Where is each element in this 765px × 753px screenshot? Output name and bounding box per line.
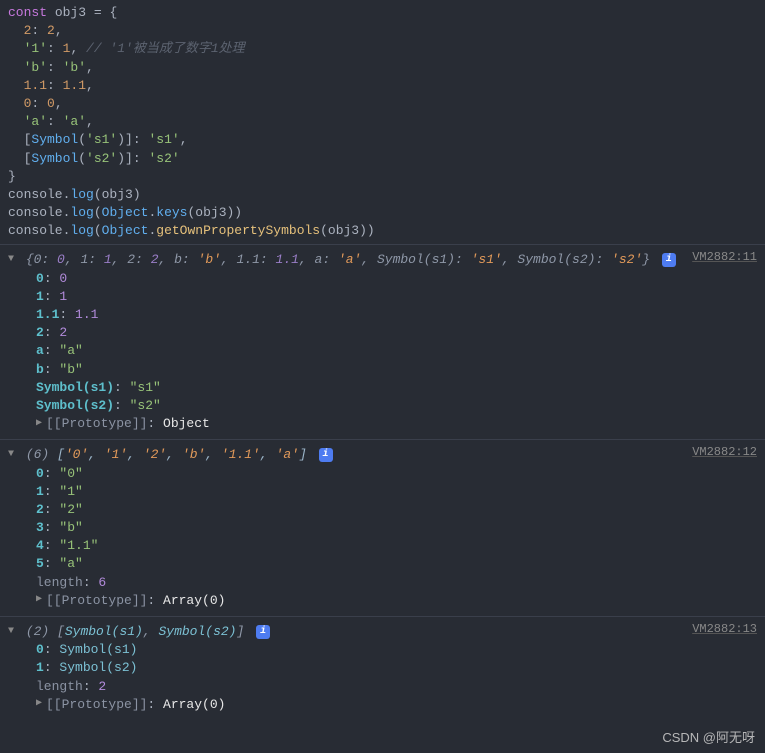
prototype-label: [[Prototype]] (46, 593, 147, 608)
code-line: 0: 0, (8, 95, 757, 113)
console-output-2: VM2882:12 (6) ['0', '1', '2', 'b', '1.1'… (0, 439, 765, 616)
console-output-3: VM2882:13 (2) [Symbol(s1), Symbol(s2)] i… (0, 616, 765, 720)
code-line: '1': 1, // '1'被当成了数字1处理 (8, 40, 757, 58)
object-summary: {0: 0, 1: 1, 2: 2, b: 'b', 1.1: 1.1, a: … (26, 252, 650, 267)
source-link-1[interactable]: VM2882:11 (692, 249, 757, 266)
array-entry: 0: Symbol(s1) (8, 641, 757, 659)
array-entry: 1: Symbol(s2) (8, 659, 757, 677)
array-entry: 3: "b" (8, 519, 757, 537)
info-icon[interactable]: i (256, 625, 270, 639)
object-entry: Symbol(s1): "s1" (8, 379, 757, 397)
code-line: } (8, 168, 757, 186)
chevron-right-icon[interactable] (36, 697, 46, 711)
prototype-label: [[Prototype]] (46, 697, 147, 712)
prototype-row[interactable]: [[Prototype]]: Array(0) (8, 592, 757, 610)
prototype-row[interactable]: [[Prototype]]: Array(0) (8, 696, 757, 714)
chevron-right-icon[interactable] (36, 417, 46, 431)
length-key: length (36, 575, 83, 590)
chevron-down-icon[interactable] (8, 625, 18, 639)
array-length: (2) (26, 624, 49, 639)
array-entry: 0: "0" (8, 465, 757, 483)
length-key: length (36, 679, 83, 694)
object-entry: a: "a" (8, 342, 757, 360)
array-entry: 1: "1" (8, 483, 757, 501)
object-entry: 2: 2 (8, 324, 757, 342)
code-line: 1.1: 1.1, (8, 77, 757, 95)
code-line: console.log(obj3) (8, 186, 757, 204)
array-entry: 2: "2" (8, 501, 757, 519)
source-link-2[interactable]: VM2882:12 (692, 444, 757, 461)
info-icon[interactable]: i (662, 253, 676, 267)
object-entry: b: "b" (8, 361, 757, 379)
chevron-right-icon[interactable] (36, 593, 46, 607)
length-value: 2 (98, 679, 106, 694)
object-entry: 1.1: 1.1 (8, 306, 757, 324)
code-line: [Symbol('s1')]: 's1', (8, 131, 757, 149)
length-value: 6 (98, 575, 106, 590)
info-icon[interactable]: i (319, 448, 333, 462)
code-line: 'b': 'b', (8, 59, 757, 77)
code-line: [Symbol('s2')]: 's2' (8, 150, 757, 168)
code-line: console.log(Object.keys(obj3)) (8, 204, 757, 222)
array-length: (6) (26, 447, 49, 462)
code-line: 2: 2, (8, 22, 757, 40)
prototype-row[interactable]: [[Prototype]]: Object (8, 415, 757, 433)
watermark: CSDN @阿无呀 (662, 729, 755, 747)
array-summary: [Symbol(s1), Symbol(s2)] (57, 624, 244, 639)
object-entry: 0: 0 (8, 270, 757, 288)
array-entry: 4: "1.1" (8, 537, 757, 555)
code-editor: const obj3 = { 2: 2, '1': 1, // '1'被当成了数… (0, 0, 765, 244)
expand-row-3[interactable]: (2) [Symbol(s1), Symbol(s2)] i (8, 623, 757, 641)
code-line: 'a': 'a', (8, 113, 757, 131)
prototype-value: Object (163, 416, 210, 431)
object-entry: 1: 1 (8, 288, 757, 306)
prototype-label: [[Prototype]] (46, 416, 147, 431)
prototype-value: Array(0) (163, 593, 225, 608)
expand-row-2[interactable]: (6) ['0', '1', '2', 'b', '1.1', 'a'] i (8, 446, 757, 464)
chevron-down-icon[interactable] (8, 448, 18, 462)
chevron-down-icon[interactable] (8, 253, 18, 267)
object-entry: Symbol(s2): "s2" (8, 397, 757, 415)
source-link-3[interactable]: VM2882:13 (692, 621, 757, 638)
prototype-value: Array(0) (163, 697, 225, 712)
array-entry: 5: "a" (8, 555, 757, 573)
expand-row-1[interactable]: {0: 0, 1: 1, 2: 2, b: 'b', 1.1: 1.1, a: … (8, 251, 757, 269)
console-output-1: VM2882:11 {0: 0, 1: 1, 2: 2, b: 'b', 1.1… (0, 244, 765, 439)
array-summary: ['0', '1', '2', 'b', '1.1', 'a'] (57, 447, 307, 462)
code-line: console.log(Object.getOwnPropertySymbols… (8, 222, 757, 240)
code-line: const obj3 = { (8, 4, 757, 22)
